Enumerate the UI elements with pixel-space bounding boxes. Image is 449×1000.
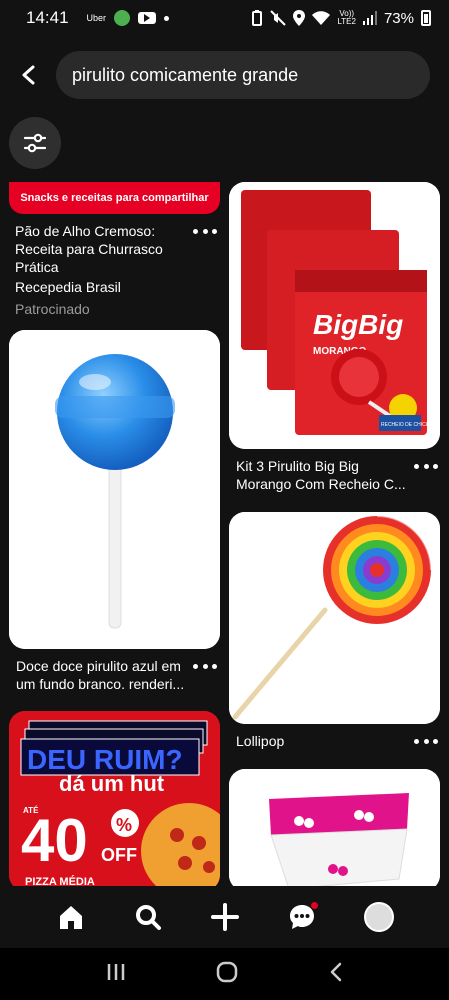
battery-icon bbox=[421, 10, 431, 26]
notification-dot bbox=[310, 902, 318, 909]
kit-recheio-text: RECHEIO DE CHICLE bbox=[381, 422, 433, 428]
filter-sliders-icon bbox=[24, 133, 46, 153]
recents-icon bbox=[107, 963, 125, 980]
home-icon bbox=[59, 906, 82, 929]
battery-saver-icon bbox=[252, 10, 263, 26]
uber-icon: Uber bbox=[86, 13, 107, 23]
mute-icon bbox=[270, 10, 287, 26]
pizza-ad-pin-image[interactable]: DEU RUIM? dá um hut ATÉ 40 % OFF PIZZA M… bbox=[9, 711, 220, 891]
network-label: Vo)) LTE2 bbox=[337, 9, 356, 26]
sponsored-pin-info: Pão de Alho Cremoso: Receita para Churra… bbox=[15, 222, 187, 318]
nav-create[interactable] bbox=[201, 893, 249, 941]
lollipop-bags-image: BigBig MORANGO RECHEIO DE CHICLE bbox=[229, 182, 440, 449]
rainbow-lollipop-image bbox=[229, 512, 440, 724]
location-icon bbox=[293, 10, 306, 26]
search-input[interactable]: pirulito comicamente grande bbox=[56, 51, 430, 99]
plus-icon bbox=[210, 903, 239, 931]
search-query: pirulito comicamente grande bbox=[72, 64, 299, 85]
ad-subhead: dá um hut bbox=[59, 771, 165, 796]
blue-lollipop-title[interactable]: Doce doce pirulito azul em um fundo bran… bbox=[16, 657, 192, 693]
nav-search[interactable] bbox=[124, 893, 172, 941]
avatar bbox=[363, 902, 394, 932]
search-header: pirulito comicamente grande bbox=[0, 48, 449, 102]
back-button[interactable] bbox=[0, 48, 56, 102]
recent-apps-button[interactable] bbox=[105, 962, 127, 987]
game-icon bbox=[114, 10, 131, 26]
wifi-icon bbox=[312, 11, 331, 25]
system-navigation bbox=[0, 948, 449, 1000]
cherry-candy-image bbox=[229, 769, 440, 891]
cherry-candy-pin-image[interactable] bbox=[229, 769, 440, 891]
ad-off: OFF bbox=[101, 845, 137, 865]
sponsored-label: Patrocinado bbox=[15, 301, 90, 317]
signal-icon bbox=[362, 11, 377, 25]
more-notifications-icon bbox=[164, 15, 170, 21]
kit-pin-title[interactable]: Kit 3 Pirulito Big Big Morango Com Reche… bbox=[236, 457, 414, 493]
ad-percent-sign: % bbox=[116, 815, 132, 835]
rainbow-lollipop-pin-image[interactable] bbox=[229, 512, 440, 724]
nav-home[interactable] bbox=[47, 893, 95, 941]
pizza-ad-image: DEU RUIM? dá um hut ATÉ 40 % OFF PIZZA M… bbox=[9, 711, 220, 891]
back-system-button[interactable] bbox=[328, 961, 344, 988]
clock: 14:41 bbox=[26, 8, 69, 27]
lollipop-more-button[interactable] bbox=[414, 734, 438, 748]
nav-profile[interactable] bbox=[355, 893, 403, 941]
bottom-navigation bbox=[0, 886, 449, 948]
sponsored-more-button[interactable] bbox=[193, 224, 217, 238]
blue-lollipop-pin-image[interactable] bbox=[9, 330, 220, 649]
battery-percent: 73% bbox=[383, 9, 414, 27]
status-bar: 14:41 Uber Vo)) LTE2 73% bbox=[0, 0, 449, 36]
sponsored-title[interactable]: Pão de Alho Cremoso: Receita para Churra… bbox=[15, 222, 187, 276]
youtube-icon bbox=[138, 12, 157, 24]
blue-lollipop-image bbox=[9, 330, 220, 649]
ad-percent: 40 bbox=[21, 807, 88, 874]
nav-messages[interactable] bbox=[278, 893, 326, 941]
blue-more-button[interactable] bbox=[193, 659, 217, 673]
kit-pin-image[interactable]: BigBig MORANGO RECHEIO DE CHICLE bbox=[229, 182, 440, 449]
search-icon bbox=[135, 905, 161, 930]
kit-brand-text: BigBig bbox=[313, 309, 403, 340]
home-system-button[interactable] bbox=[216, 961, 238, 988]
sponsored-source[interactable]: Recepedia Brasil bbox=[15, 278, 187, 296]
back-arrow-icon bbox=[22, 65, 35, 85]
sponsored-banner[interactable]: Snacks e receitas para compartilhar bbox=[9, 182, 220, 214]
back-chevron-icon bbox=[330, 962, 342, 981]
lollipop-title[interactable]: Lollipop bbox=[236, 732, 386, 750]
filter-button[interactable] bbox=[9, 117, 61, 169]
kit-more-button[interactable] bbox=[414, 459, 438, 473]
home-circle-icon bbox=[217, 961, 238, 982]
